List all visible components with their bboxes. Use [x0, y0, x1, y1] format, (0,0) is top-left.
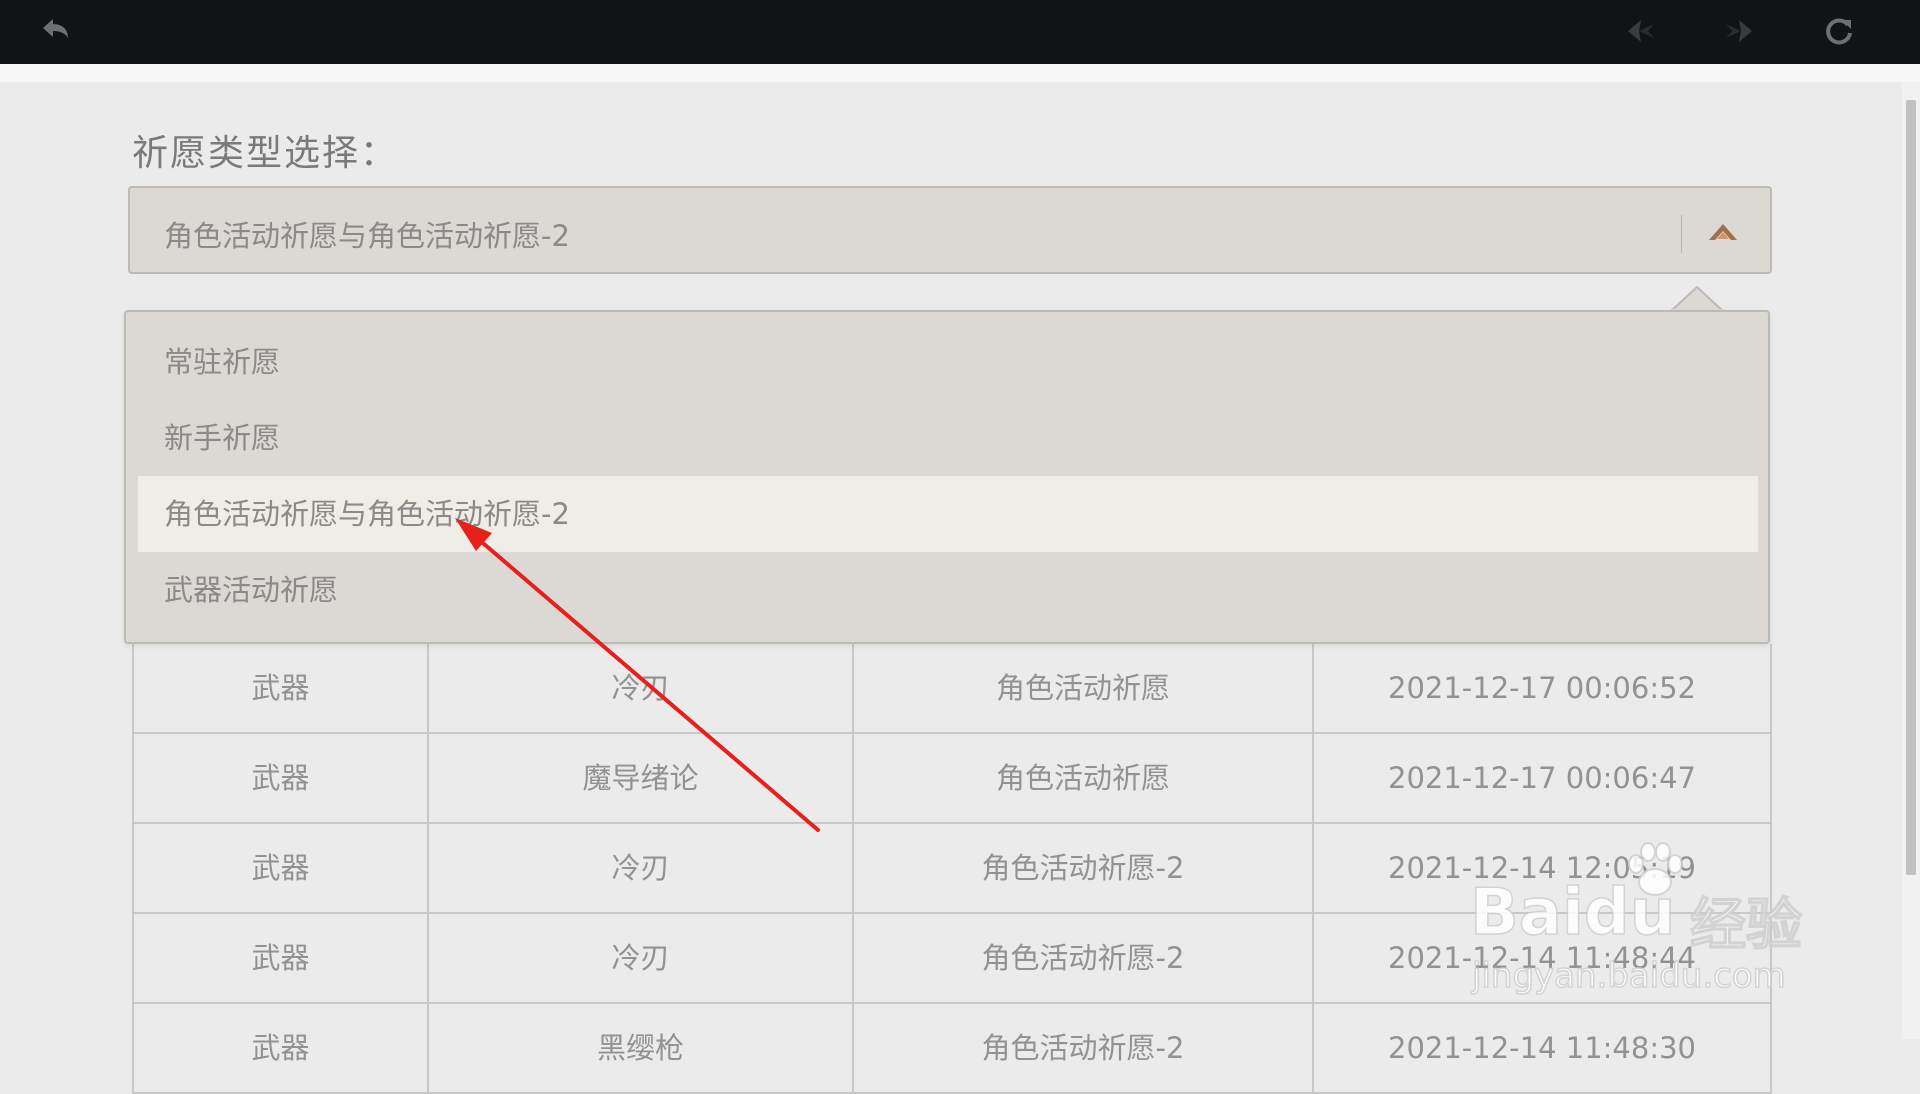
table-cell: 角色活动祈愿 — [852, 644, 1312, 734]
select-divider — [1681, 215, 1682, 253]
diamond-left-icon — [1628, 20, 1654, 42]
table-cell: 2021-12-17 00:06:47 — [1312, 734, 1772, 824]
table-cell: 武器 — [132, 824, 427, 914]
table-cell: 角色活动祈愿-2 — [852, 824, 1312, 914]
dropdown-option[interactable]: 常驻祈愿 — [138, 324, 1758, 400]
page-top-strip — [0, 64, 1920, 82]
table-cell: 冷刃 — [427, 644, 852, 734]
table-row: 武器 冷刃 角色活动祈愿 2021-12-17 00:06:52 — [132, 644, 1772, 734]
diamond-right-icon — [1726, 20, 1752, 42]
dropdown-option[interactable]: 武器活动祈愿 — [138, 552, 1758, 628]
baidu-jingyan-watermark: Baidu 经验 jingyan.baidu.com — [1469, 838, 1830, 998]
wish-type-select[interactable]: 角色活动祈愿与角色活动祈愿-2 — [128, 186, 1772, 274]
chevron-up-icon[interactable] — [1706, 218, 1740, 248]
undo-arrow-icon — [43, 19, 68, 38]
table-cell: 2021-12-14 11:48:30 — [1312, 1004, 1772, 1094]
dropdown-option-highlighted[interactable]: 角色活动祈愿与角色活动祈愿-2 — [138, 476, 1758, 552]
table-cell: 武器 — [132, 1004, 427, 1094]
app-toolbar — [0, 0, 1920, 64]
watermark-brand: Baidu — [1469, 875, 1676, 951]
table-cell: 武器 — [132, 734, 427, 824]
table-cell: 冷刃 — [427, 824, 852, 914]
dropdown-pointer — [1670, 286, 1724, 312]
back-button[interactable] — [38, 14, 72, 48]
table-cell: 武器 — [132, 914, 427, 1004]
dropdown-option[interactable]: 新手祈愿 — [138, 400, 1758, 476]
watermark-url: jingyan.baidu.com — [1471, 955, 1786, 997]
watermark-suffix: 经验 — [1689, 892, 1803, 959]
table-cell: 角色活动祈愿 — [852, 734, 1312, 824]
table-row: 武器 魔导绪论 角色活动祈愿 2021-12-17 00:06:47 — [132, 734, 1772, 824]
table-row: 武器 黑缨枪 角色活动祈愿-2 2021-12-14 11:48:30 — [132, 1004, 1772, 1094]
refresh-icon — [1826, 18, 1852, 45]
wish-type-dropdown: 常驻祈愿 新手祈愿 角色活动祈愿与角色活动祈愿-2 武器活动祈愿 — [124, 310, 1770, 644]
table-cell: 2021-12-17 00:06:52 — [1312, 644, 1772, 734]
filter-label: 祈愿类型选择： — [132, 133, 399, 174]
scrollbar-thumb[interactable] — [1906, 100, 1916, 875]
table-cell: 冷刃 — [427, 914, 852, 1004]
table-cell: 角色活动祈愿-2 — [852, 914, 1312, 1004]
table-cell: 魔导绪论 — [427, 734, 852, 824]
table-cell: 武器 — [132, 644, 427, 734]
select-current-value: 角色活动祈愿与角色活动祈愿-2 — [164, 219, 570, 253]
next-button[interactable] — [1722, 14, 1756, 48]
table-cell: 角色活动祈愿-2 — [852, 1004, 1312, 1094]
previous-button[interactable] — [1624, 14, 1658, 48]
table-cell: 黑缨枪 — [427, 1004, 852, 1094]
refresh-button[interactable] — [1822, 14, 1856, 48]
